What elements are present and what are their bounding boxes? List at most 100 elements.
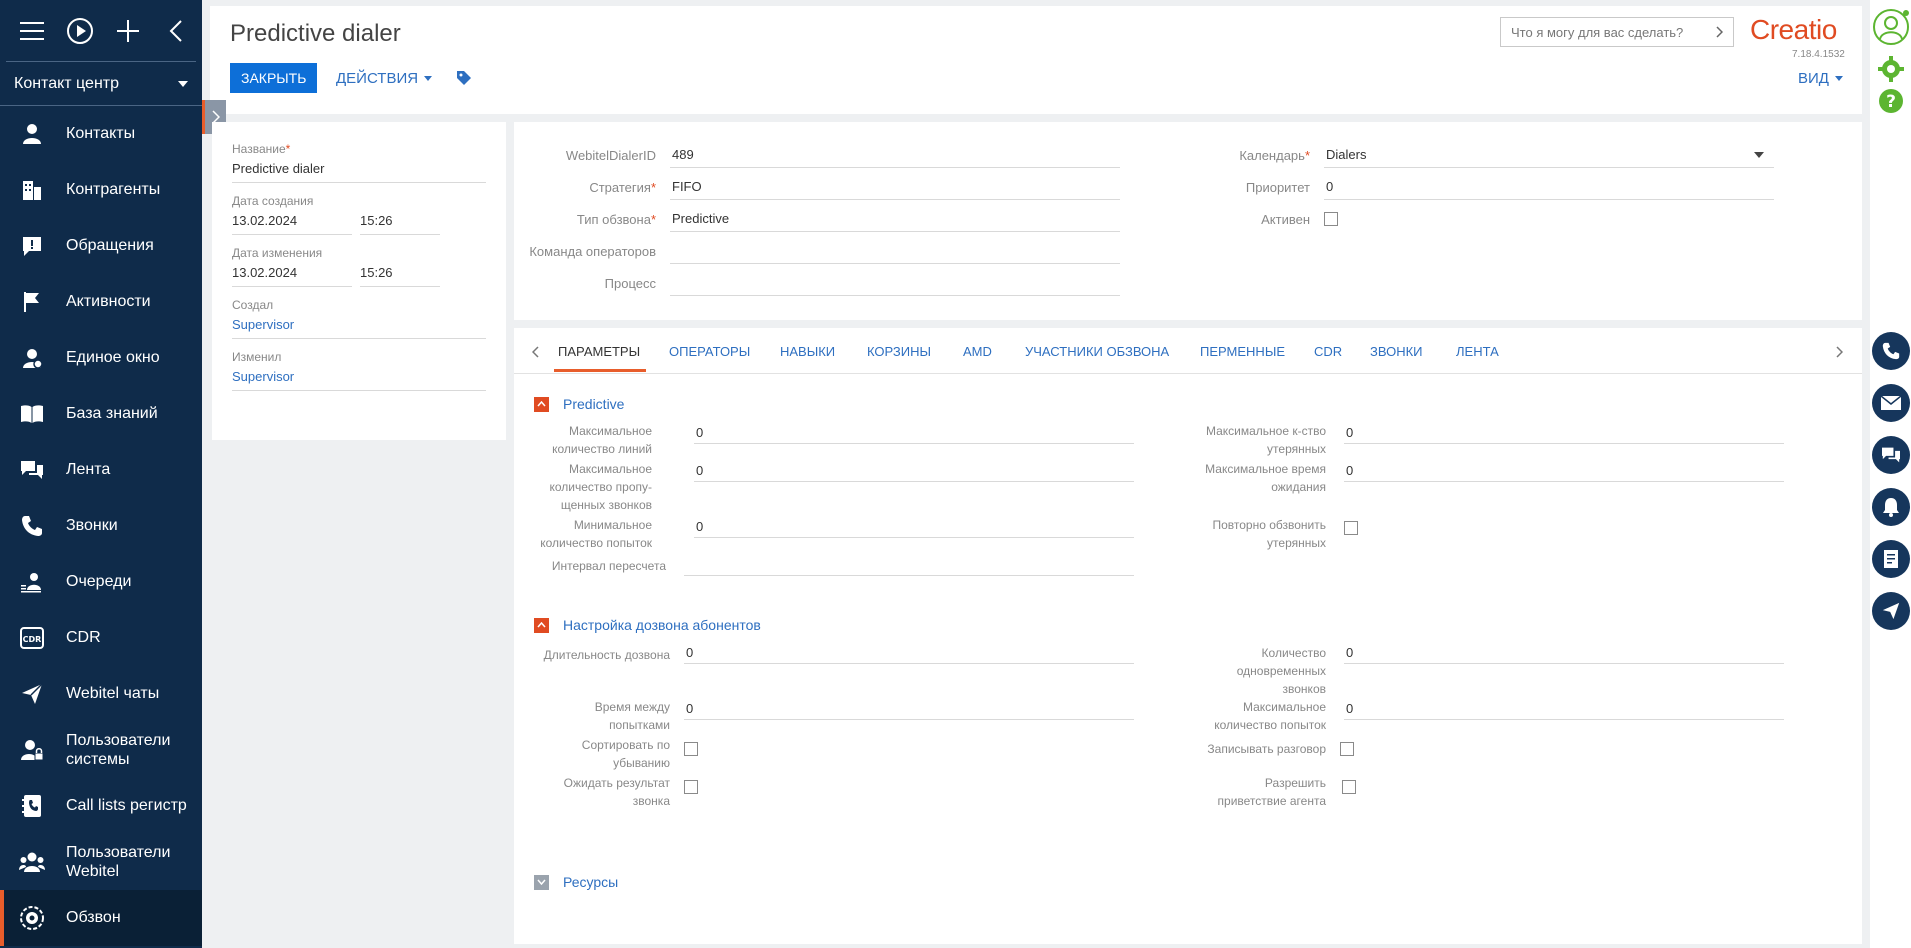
tab-parameters[interactable]: ПАРАМЕТРЫ	[553, 344, 647, 372]
building-icon	[18, 176, 46, 204]
max-wait-input[interactable]: 0	[1344, 460, 1784, 482]
between-label: Время между попытками	[594, 700, 670, 732]
priority-row: Приоритет 0	[1168, 174, 1774, 200]
rail-calls-list-button[interactable]	[1870, 540, 1911, 578]
gear-icon	[1877, 56, 1904, 82]
record-checkbox[interactable]	[1340, 742, 1354, 756]
group-dial-settings-header[interactable]: Настройка дозвона абонентов	[534, 617, 761, 633]
type-input[interactable]: Predictive	[670, 206, 1120, 232]
section-selector[interactable]: Контакт центр	[0, 62, 202, 106]
sidebar-item-accounts[interactable]: Контрагенты	[0, 162, 202, 218]
command-search-input[interactable]: Что я могу для вас сделать?	[1500, 17, 1734, 47]
sidebar-item-webitel-users[interactable]: Пользователи Webitel	[0, 834, 202, 890]
sidebar-item-calls[interactable]: Звонки	[0, 498, 202, 554]
sidebar-item-activities[interactable]: Активности	[0, 274, 202, 330]
between-input[interactable]: 0	[684, 698, 1134, 720]
sidebar-item-system-users[interactable]: Пользователи системы	[0, 722, 202, 778]
actions-button[interactable]: ДЕЙСТВИЯ	[336, 70, 433, 87]
rail-email-button[interactable]	[1870, 384, 1911, 422]
name-input[interactable]: Predictive dialer	[232, 161, 486, 183]
chevron-left-icon[interactable]	[162, 17, 190, 45]
modifier-link[interactable]: Supervisor	[232, 369, 486, 391]
sidebar-item-contacts[interactable]: Контакты	[0, 106, 202, 162]
rail-phone-button[interactable]	[1870, 332, 1911, 370]
group-resources-header[interactable]: Ресурсы	[534, 874, 618, 890]
tabs-scroll-right[interactable]	[1836, 345, 1844, 363]
tabs-scroll-left[interactable]	[531, 345, 539, 363]
calendar-select[interactable]: Dialers	[1324, 142, 1774, 168]
sidebar-item-label: Контрагенты	[66, 181, 161, 198]
tab-feed[interactable]: ЛЕНТА	[1456, 344, 1499, 359]
strategy-input[interactable]: FIFO	[670, 174, 1120, 200]
alert-icon	[18, 232, 46, 260]
process-input[interactable]	[670, 270, 1120, 296]
active-checkbox[interactable]	[1324, 212, 1338, 226]
sidebar-item-single-window[interactable]: Единое окно	[0, 330, 202, 386]
sidebar-item-label: Обращения	[66, 237, 154, 254]
modified-field: Дата изменения 13.02.2024 15:26	[232, 246, 486, 287]
rail-notifications-button[interactable]	[1870, 488, 1911, 526]
sidebar-item-webitel-chats[interactable]: Webitel чаты	[0, 666, 202, 722]
play-icon[interactable]	[66, 17, 94, 45]
min-attempts-input[interactable]: 0	[694, 516, 1134, 538]
sort-desc-row: Сортировать по убыванию	[514, 736, 670, 772]
bell-icon	[1882, 498, 1899, 517]
sidebar-item-label: Контакты	[66, 125, 136, 142]
created-time-input[interactable]: 15:26	[360, 213, 440, 235]
sort-desc-checkbox[interactable]	[684, 742, 698, 756]
priority-input[interactable]: 0	[1324, 174, 1774, 200]
close-button[interactable]: ЗАКРЫТЬ	[230, 63, 318, 93]
settings-button[interactable]	[1870, 56, 1911, 82]
sidebar-item-dialer[interactable]: Обзвон	[0, 890, 202, 946]
tab-members[interactable]: УЧАСТНИКИ ОБЗВОНА	[1025, 344, 1169, 359]
sidebar-item-cdr[interactable]: CDR CDR	[0, 610, 202, 666]
recall-lost-checkbox[interactable]	[1344, 521, 1358, 535]
plus-icon[interactable]	[114, 17, 142, 45]
max-lines-input[interactable]: 0	[694, 422, 1134, 444]
modified-date-input[interactable]: 13.02.2024	[232, 265, 352, 287]
required-mark: *	[285, 142, 291, 156]
max-lost-label: Максимальное к-ство утерянных	[1205, 424, 1326, 456]
duration-input[interactable]: 0	[684, 642, 1134, 664]
tab-calls[interactable]: ЗВОНКИ	[1370, 344, 1423, 359]
sidebar-item-call-lists[interactable]: Call lists регистр	[0, 778, 202, 834]
profile-avatar[interactable]	[1870, 8, 1911, 46]
tab-variables[interactable]: ПЕРМЕННЫЕ	[1200, 344, 1285, 359]
tab-operators[interactable]: ОПЕРАТОРЫ	[669, 344, 750, 359]
max-attempts-input[interactable]: 0	[1344, 698, 1784, 720]
group-title: Ресурсы	[563, 874, 619, 890]
simultaneous-input[interactable]: 0	[1344, 642, 1784, 664]
creator-link[interactable]: Supervisor	[232, 317, 486, 339]
dialer-id-input[interactable]: 489	[670, 142, 1120, 168]
group-predictive-header[interactable]: Predictive	[534, 396, 624, 412]
tab-buckets[interactable]: КОРЗИНЫ	[867, 344, 931, 359]
wait-result-checkbox[interactable]	[684, 780, 698, 794]
tab-skills[interactable]: НАВЫКИ	[780, 344, 835, 359]
rail-send-button[interactable]	[1870, 592, 1911, 630]
tag-icon[interactable]	[456, 70, 472, 91]
modified-time-input[interactable]: 15:26	[360, 265, 440, 287]
tab-amd[interactable]: AMD	[963, 344, 992, 359]
max-lost-row: Максимальное к-ство утерянных	[1168, 422, 1326, 458]
help-button[interactable]: ?	[1870, 88, 1911, 114]
sidebar-item-label: Обзвон	[66, 909, 121, 926]
modified-label: Дата изменения	[232, 246, 323, 260]
strategy-label: Стратегия*	[514, 180, 670, 195]
recalc-input[interactable]	[684, 554, 1134, 576]
collapse-icon	[534, 396, 549, 412]
max-missed-input[interactable]: 0	[694, 460, 1134, 482]
tab-bar: ПАРАМЕТРЫ ОПЕРАТОРЫ НАВЫКИ КОРЗИНЫ AMD У…	[514, 328, 1862, 374]
created-date-input[interactable]: 13.02.2024	[232, 213, 352, 235]
tab-cdr[interactable]: CDR	[1314, 344, 1342, 359]
rail-chat-button[interactable]	[1870, 436, 1911, 474]
sidebar-item-feed[interactable]: Лента	[0, 442, 202, 498]
max-lost-input[interactable]: 0	[1344, 422, 1784, 444]
greeting-checkbox[interactable]	[1342, 780, 1356, 794]
team-input[interactable]	[670, 238, 1120, 264]
sidebar-item-cases[interactable]: Обращения	[0, 218, 202, 274]
sidebar-item-label: Активности	[66, 293, 151, 310]
view-button[interactable]: ВИД	[1798, 70, 1843, 87]
sidebar-item-knowledge-base[interactable]: База знаний	[0, 386, 202, 442]
sidebar-item-queues[interactable]: Очереди	[0, 554, 202, 610]
menu-icon[interactable]	[18, 17, 46, 45]
